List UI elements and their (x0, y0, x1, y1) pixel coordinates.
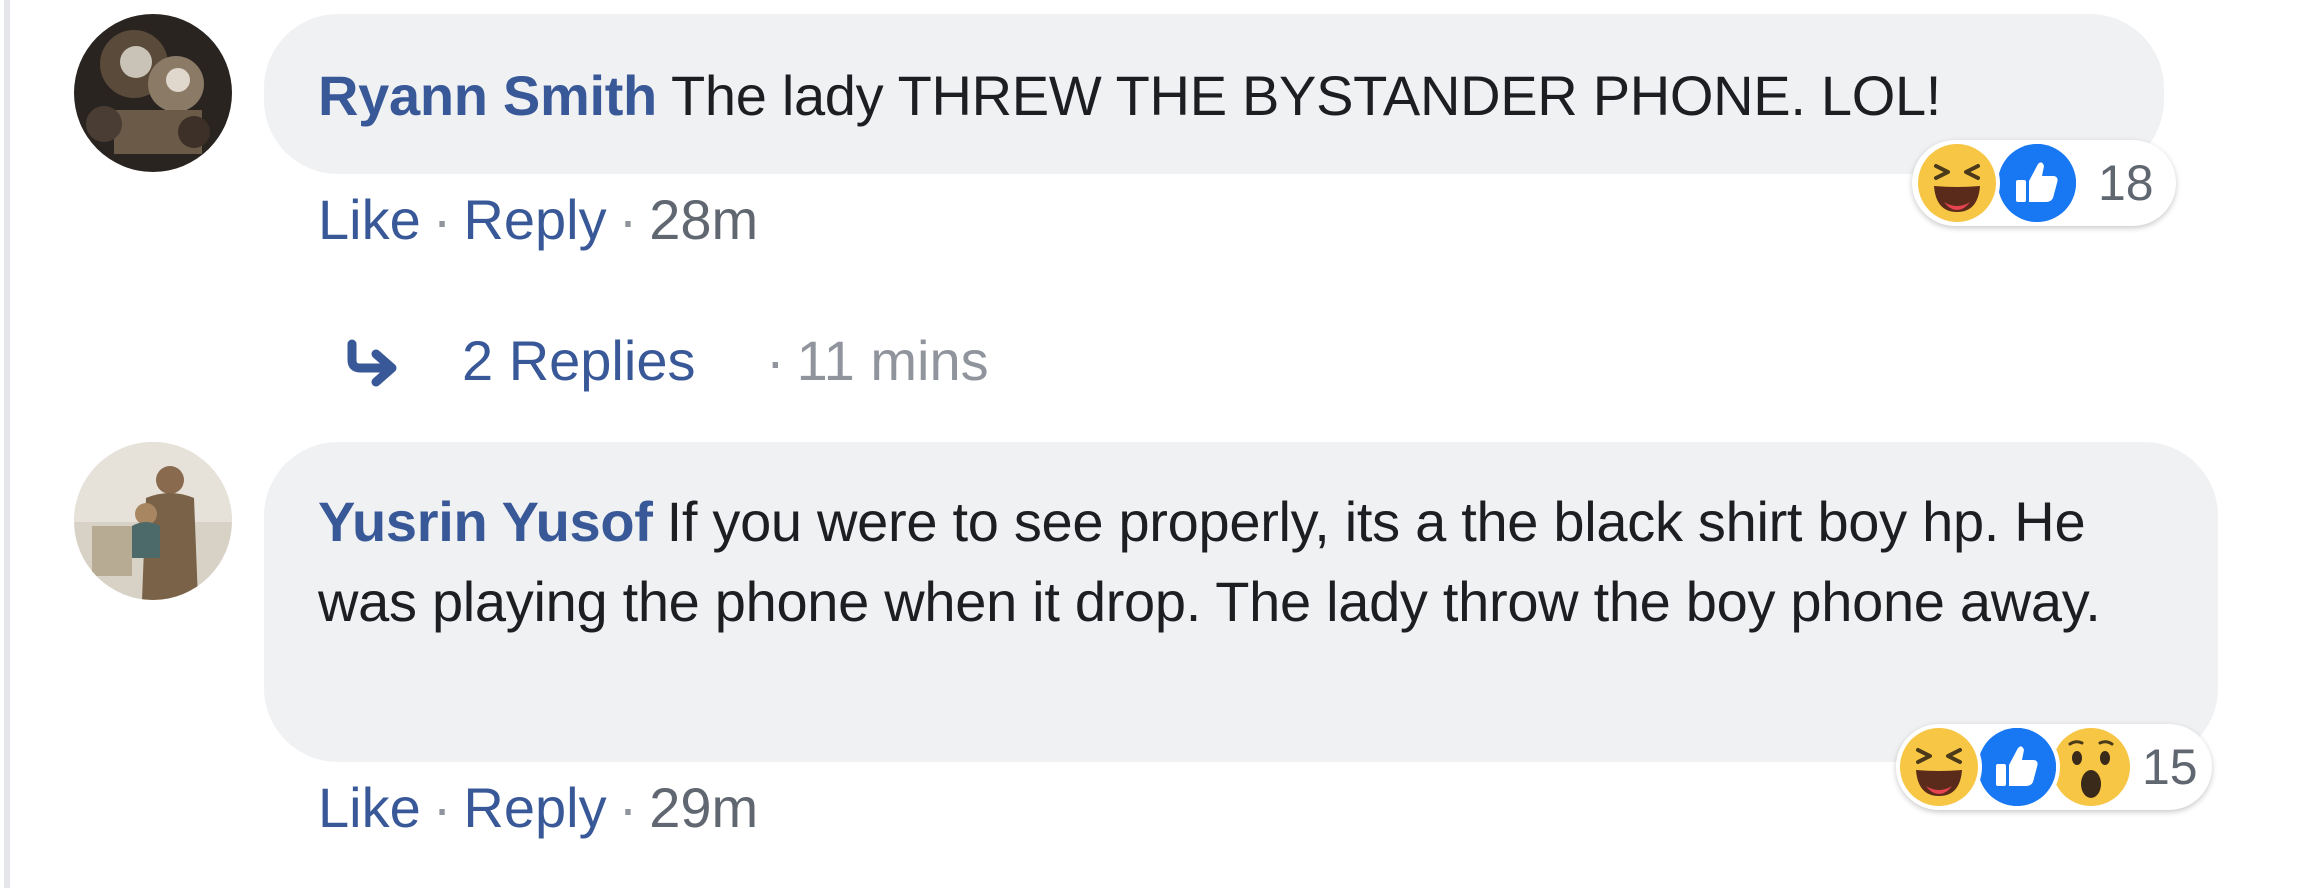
haha-reaction-icon (1918, 144, 1996, 222)
replies-time: 11 mins (796, 329, 989, 392)
comment-thread: Ryann Smith The lady THREW THE BYSTANDER … (0, 0, 2304, 888)
comment-author[interactable]: Yusrin Yusof (318, 490, 653, 553)
reaction-count: 18 (2098, 155, 2154, 211)
comment-body: Yusrin Yusof If you were to see properly,… (318, 482, 2198, 642)
reply-arrow-icon (347, 339, 397, 387)
comment-timestamp[interactable]: 29m (649, 776, 758, 839)
comment-actions: Like · Reply · 29m (318, 776, 758, 840)
wow-reaction-icon (2052, 728, 2130, 806)
haha-reaction-icon (1900, 728, 1978, 806)
separator: · (618, 188, 638, 251)
avatar[interactable] (74, 14, 232, 172)
replies-link[interactable]: 2 Replies (462, 326, 695, 396)
reactions-summary[interactable]: 18 (1912, 140, 2176, 226)
thread-divider (4, 0, 10, 888)
separator: · (432, 188, 452, 251)
reaction-count: 15 (2142, 739, 2198, 795)
comment-actions: Like · Reply · 28m (318, 188, 758, 252)
comment-text: The lady THREW THE BYSTANDER PHONE. LOL! (670, 64, 1942, 127)
comment-timestamp[interactable]: 28m (649, 188, 758, 251)
reactions-summary[interactable]: 15 (1896, 724, 2212, 810)
like-button[interactable]: Like (318, 188, 421, 251)
separator: · (432, 776, 452, 839)
reply-button[interactable]: Reply (463, 188, 606, 251)
replies-timestamp: · 11 mins (752, 326, 989, 396)
avatar[interactable] (74, 442, 232, 600)
reply-button[interactable]: Reply (463, 776, 606, 839)
separator: · (766, 329, 785, 392)
like-reaction-icon (1978, 728, 2056, 806)
comment-body: Ryann Smith The lady THREW THE BYSTANDER … (318, 56, 2138, 136)
like-button[interactable]: Like (318, 776, 421, 839)
separator: · (618, 776, 638, 839)
comment-author[interactable]: Ryann Smith (318, 64, 657, 127)
like-reaction-icon (1998, 144, 2076, 222)
